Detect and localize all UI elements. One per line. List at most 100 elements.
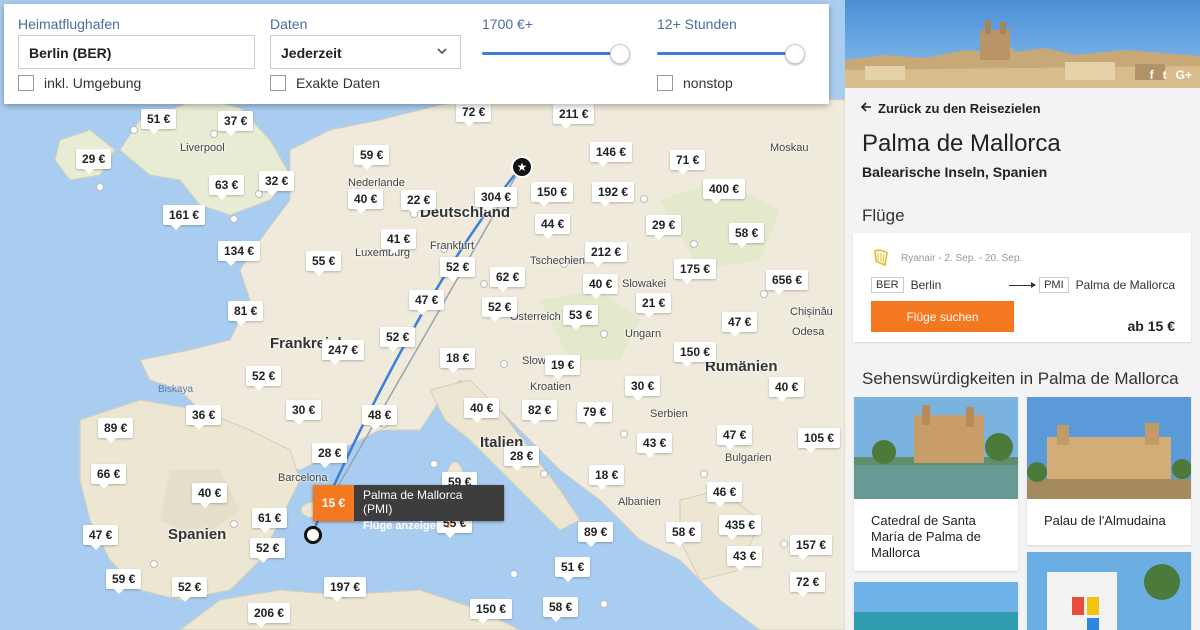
- nonstop-checkbox[interactable]: nonstop: [657, 75, 733, 91]
- price-tag[interactable]: 247 €: [322, 340, 365, 365]
- price-tag[interactable]: 656 €: [766, 270, 809, 295]
- price-tag[interactable]: 48 €: [362, 405, 398, 430]
- checkbox-box[interactable]: [18, 75, 34, 91]
- price-tag[interactable]: 89 €: [98, 418, 134, 443]
- price-tag[interactable]: 105 €: [798, 428, 841, 453]
- price-tag[interactable]: 175 €: [674, 259, 717, 284]
- home-airport-input[interactable]: Berlin (BER): [18, 35, 255, 69]
- price-tag[interactable]: 161 €: [163, 205, 206, 230]
- price-tag[interactable]: 192 €: [592, 182, 635, 207]
- price-tag[interactable]: 59 €: [354, 145, 390, 170]
- checkbox-box[interactable]: [657, 75, 673, 91]
- show-flights-link[interactable]: Flüge anzeigen ›: [363, 516, 495, 534]
- price-tag[interactable]: 43 €: [637, 433, 673, 458]
- price-tag[interactable]: 72 €: [790, 572, 826, 597]
- exact-dates-checkbox[interactable]: Exakte Daten: [270, 75, 380, 91]
- duration-slider[interactable]: [657, 44, 805, 64]
- price-tag[interactable]: 18 €: [440, 348, 476, 373]
- price-tag[interactable]: 40 €: [464, 398, 500, 423]
- map-dot[interactable]: [210, 130, 218, 138]
- map-dot[interactable]: [640, 195, 648, 203]
- map-dot[interactable]: [600, 330, 608, 338]
- price-tag[interactable]: 52 €: [246, 366, 282, 391]
- price-tag[interactable]: 63 €: [209, 175, 245, 200]
- price-tag[interactable]: 52 €: [250, 538, 286, 563]
- price-tag[interactable]: 81 €: [228, 301, 264, 326]
- map-dot[interactable]: [430, 460, 438, 468]
- map-dot[interactable]: [600, 600, 608, 608]
- map-dot[interactable]: [130, 126, 138, 134]
- price-tag[interactable]: 46 €: [707, 482, 743, 507]
- price-tag[interactable]: 18 €: [589, 465, 625, 490]
- map-dot[interactable]: [255, 190, 263, 198]
- price-tag[interactable]: 72 €: [456, 102, 492, 127]
- price-tag[interactable]: 89 €: [578, 522, 614, 547]
- price-tag[interactable]: 62 €: [490, 267, 526, 292]
- sight-card[interactable]: Catedral de Santa María de Palma de Mall…: [854, 397, 1018, 571]
- include-nearby-checkbox[interactable]: inkl. Umgebung: [18, 75, 141, 91]
- map-dot[interactable]: [540, 470, 548, 478]
- map-dot[interactable]: [480, 280, 488, 288]
- map-dot[interactable]: [510, 570, 518, 578]
- price-tag[interactable]: 51 €: [555, 557, 591, 582]
- price-tag[interactable]: 53 €: [563, 305, 599, 330]
- price-tag[interactable]: 61 €: [252, 508, 288, 533]
- sight-card[interactable]: [1027, 552, 1191, 630]
- map-dot[interactable]: [150, 560, 158, 568]
- price-tag[interactable]: 157 €: [790, 535, 833, 560]
- price-tag[interactable]: 212 €: [585, 242, 628, 267]
- google-plus-icon[interactable]: G+: [1176, 68, 1192, 82]
- price-tag[interactable]: 435 €: [719, 515, 762, 540]
- price-tag[interactable]: 52 €: [440, 257, 476, 282]
- price-tag[interactable]: 28 €: [504, 446, 540, 471]
- facebook-icon[interactable]: f: [1150, 68, 1154, 82]
- dates-select[interactable]: Jederzeit: [270, 35, 461, 69]
- twitter-icon[interactable]: t: [1163, 68, 1167, 82]
- price-tag[interactable]: 47 €: [717, 425, 753, 450]
- sight-card[interactable]: Palau de l'Almudaina: [1027, 397, 1191, 545]
- price-tag[interactable]: 30 €: [625, 376, 661, 401]
- price-tag[interactable]: 146 €: [590, 142, 633, 167]
- price-tag[interactable]: 55 €: [306, 251, 342, 276]
- map-dot[interactable]: [700, 470, 708, 478]
- price-tag[interactable]: 29 €: [76, 149, 112, 174]
- price-tag[interactable]: 29 €: [646, 215, 682, 240]
- price-tag[interactable]: 52 €: [482, 297, 518, 322]
- price-tag[interactable]: 47 €: [83, 525, 119, 550]
- slider-thumb[interactable]: [610, 44, 630, 64]
- price-tag[interactable]: 40 €: [192, 483, 228, 508]
- sight-card[interactable]: [854, 582, 1018, 630]
- map-dot[interactable]: [500, 360, 508, 368]
- back-to-destinations-link[interactable]: Zurück zu den Reisezielen: [860, 100, 1041, 117]
- price-tag[interactable]: 47 €: [409, 290, 445, 315]
- price-tag[interactable]: 150 €: [674, 342, 717, 367]
- price-tag[interactable]: 44 €: [535, 214, 571, 239]
- price-tag[interactable]: 37 €: [218, 111, 254, 136]
- price-tag[interactable]: 59 €: [106, 569, 142, 594]
- price-tag[interactable]: 43 €: [727, 546, 763, 571]
- price-tag[interactable]: 211 €: [553, 104, 595, 129]
- price-tag[interactable]: 58 €: [729, 223, 765, 248]
- price-tag[interactable]: 58 €: [543, 597, 579, 622]
- price-tag[interactable]: 41 €: [381, 229, 417, 254]
- price-tag[interactable]: 21 €: [636, 293, 672, 318]
- destination-marker[interactable]: [304, 526, 322, 544]
- price-tag[interactable]: 36 €: [186, 405, 222, 430]
- destination-popup[interactable]: 15 € Palma de Mallorca (PMI) Flüge anzei…: [313, 485, 504, 532]
- price-tag[interactable]: 51 €: [141, 109, 177, 134]
- checkbox-box[interactable]: [270, 75, 286, 91]
- price-tag[interactable]: 40 €: [348, 189, 384, 214]
- price-tag[interactable]: 32 €: [259, 171, 295, 196]
- price-tag[interactable]: 19 €: [545, 355, 581, 380]
- price-tag[interactable]: 66 €: [91, 464, 127, 489]
- map-dot[interactable]: [230, 215, 238, 223]
- map-dot[interactable]: [620, 430, 628, 438]
- price-tag[interactable]: 150 €: [470, 599, 513, 624]
- price-tag[interactable]: 150 €: [531, 182, 574, 207]
- price-tag[interactable]: 400 €: [703, 179, 746, 204]
- price-tag[interactable]: 206 €: [248, 603, 291, 628]
- price-tag[interactable]: 52 €: [172, 577, 208, 602]
- price-slider[interactable]: [482, 44, 630, 64]
- map-dot[interactable]: [780, 540, 788, 548]
- price-tag[interactable]: 30 €: [286, 400, 322, 425]
